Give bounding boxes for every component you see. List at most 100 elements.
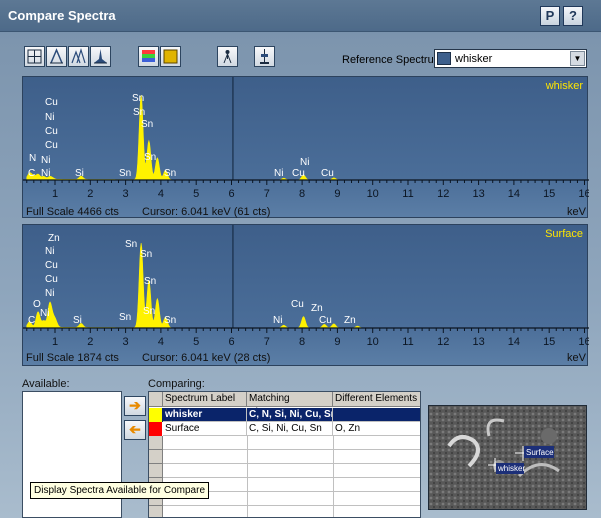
element-label: Cu <box>321 168 334 179</box>
multi-label-icon[interactable] <box>68 46 89 67</box>
element-label: Ni <box>274 168 283 179</box>
spectrum-peaks <box>26 242 589 329</box>
spectrum-plot-1[interactable]: 1 2 3 4 5 6 7 8 9 10 11 12 13 14 15 16 Cu Ni Cu Cu N Ni C Ni Si S… <box>22 76 589 218</box>
help-button[interactable]: ? <box>563 6 583 26</box>
element-label: Ni <box>40 308 49 319</box>
element-label: Cu <box>45 260 58 271</box>
cursor-readout-2: Cursor: 6.041 keV (28 cts) <box>142 352 271 364</box>
element-label: Sn <box>125 239 137 250</box>
element-label: Sn <box>143 306 155 317</box>
color-fill-icon[interactable] <box>160 46 181 67</box>
element-label: Si <box>73 315 82 326</box>
spectrum-plot-2[interactable]: 1 2 3 4 5 6 7 8 9 10 11 12 13 14 15 16 Zn Ni Cu Cu Ni O Ni C Si S… <box>22 224 589 366</box>
axis-unit-1: keV <box>567 206 586 218</box>
sample-thumbnail[interactable]: Surface whisker <box>428 405 587 510</box>
element-label: Sn <box>119 168 131 179</box>
element-label: Cu <box>319 315 332 326</box>
cell-different: O, Zn <box>333 422 420 436</box>
element-label: Ni <box>45 288 54 299</box>
reference-spectrum-value: whisker <box>455 53 493 65</box>
tick-label: 6 <box>228 188 234 200</box>
element-label: Zn <box>311 303 323 314</box>
title-bar: Compare Spectra P ? <box>0 0 601 32</box>
reference-spectrum-label: Reference Spectrum: <box>342 54 446 66</box>
element-label: Cu <box>291 299 304 310</box>
label-icon[interactable] <box>46 46 67 67</box>
element-label: Ni <box>300 157 309 168</box>
grid-line <box>333 436 334 450</box>
tick-label: 1 <box>52 336 58 348</box>
row-header <box>149 506 163 517</box>
element-label: Zn <box>48 233 60 244</box>
element-label: Cu <box>292 168 305 179</box>
table-row[interactable]: Surface C, Si, Ni, Cu, Sn O, Zn <box>149 422 420 436</box>
comparing-label: Comparing: <box>148 378 205 390</box>
tick-label: 16 <box>578 336 589 348</box>
reference-spectrum-select[interactable]: whisker ▼ <box>434 49 587 68</box>
tick-label: 5 <box>193 188 199 200</box>
element-label: Si <box>75 168 84 179</box>
element-label: Sn <box>133 107 145 118</box>
toolbar: Reference Spectrum: whisker ▼ <box>20 44 601 70</box>
tick-label: 16 <box>578 188 589 200</box>
tick-label: 4 <box>158 336 164 348</box>
grid-line <box>247 492 248 506</box>
grid-line <box>247 464 248 478</box>
arrow-right-icon: ➔ <box>129 397 141 413</box>
grid-line <box>247 506 248 517</box>
tick-label: 3 <box>123 188 129 200</box>
element-label: Cu <box>45 97 58 108</box>
color-column-header <box>149 392 163 407</box>
tick-label: 10 <box>367 188 379 200</box>
element-label: Zn <box>344 315 356 326</box>
thumbnail-label-surface: Surface <box>526 448 554 457</box>
column-header-different[interactable]: Different Elements <box>333 392 420 407</box>
remove-from-compare-button[interactable]: ➔ <box>124 420 146 440</box>
color-swatch <box>149 408 162 422</box>
grid-line <box>333 478 334 492</box>
tick-label: 7 <box>264 188 270 200</box>
tick-label: 5 <box>193 336 199 348</box>
spectrum-icon <box>437 52 451 65</box>
tick-label: 8 <box>299 188 305 200</box>
tick-label: 12 <box>437 188 449 200</box>
peak-icon[interactable] <box>90 46 111 67</box>
row-header <box>149 450 163 464</box>
tooltip: Display Spectra Available for Compare <box>30 482 210 499</box>
marker-icon[interactable] <box>217 46 238 67</box>
spectrum-panel-2: 1 2 3 4 5 6 7 8 9 10 11 12 13 14 15 16 Zn Ni Cu Cu Ni O Ni C Si S… <box>22 224 589 366</box>
element-label: Cu <box>45 126 58 137</box>
arrow-left-icon: ➔ <box>129 421 141 437</box>
color-palette-icon[interactable] <box>138 46 159 67</box>
tick-label: 8 <box>299 336 305 348</box>
element-label: Ni <box>41 168 50 179</box>
grid-line <box>333 506 334 517</box>
pin-help-button[interactable]: P <box>540 6 560 26</box>
scale-icon[interactable] <box>254 46 275 67</box>
row-header <box>149 464 163 478</box>
grid-line <box>333 464 334 478</box>
element-label: Sn <box>164 315 176 326</box>
tick-label: 15 <box>543 188 555 200</box>
add-to-compare-button[interactable]: ➔ <box>124 396 146 416</box>
chevron-down-icon[interactable]: ▼ <box>570 51 585 66</box>
empty-row <box>149 450 420 464</box>
column-header-matching[interactable]: Matching Elements <box>247 392 333 418</box>
grid-line <box>247 450 248 464</box>
thumbnail-label-whisker: whisker <box>497 464 525 473</box>
tick-label: 2 <box>87 188 93 200</box>
element-label: N <box>29 153 36 164</box>
tick-label: 9 <box>334 336 340 348</box>
element-label: Cu <box>45 140 58 151</box>
column-header-label[interactable]: Spectrum Label <box>163 392 247 407</box>
tick-label: 12 <box>437 336 449 348</box>
grid-icon[interactable] <box>24 46 45 67</box>
table-row[interactable]: whisker C, N, Si, Ni, Cu, Sn <box>149 408 420 422</box>
empty-row <box>149 464 420 478</box>
spectrum-name-2: Surface <box>545 228 583 240</box>
color-swatch <box>149 422 162 436</box>
tick-label: 2 <box>87 336 93 348</box>
empty-row <box>149 436 420 450</box>
element-label: C <box>28 168 35 179</box>
tick-label: 9 <box>334 188 340 200</box>
